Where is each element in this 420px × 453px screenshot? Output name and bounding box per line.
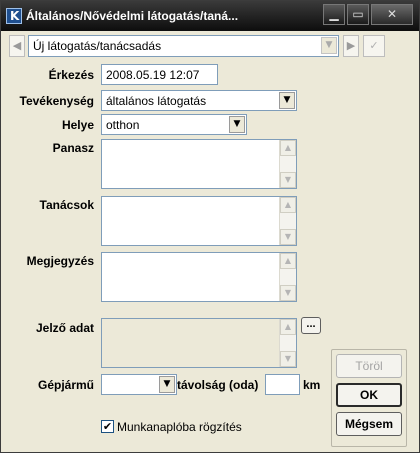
- panasz-scrollbar[interactable]: ▲ ▼: [279, 140, 296, 188]
- delete-button[interactable]: Töröl: [336, 354, 402, 378]
- scroll-up-icon[interactable]: ▲: [280, 319, 296, 335]
- tavolsag-label: távolság (oda): [177, 378, 259, 392]
- panasz-textarea[interactable]: ▲ ▼: [101, 139, 297, 189]
- erkezes-field[interactable]: 2008.05.19 12:07: [101, 64, 218, 85]
- tanacsok-label: Tanácsok: [39, 198, 94, 212]
- scroll-up-icon[interactable]: ▲: [280, 253, 296, 269]
- megjegyzes-scrollbar[interactable]: ▲ ▼: [279, 253, 296, 301]
- munkanaplo-label[interactable]: Munkanaplóba rögzítés: [117, 420, 242, 434]
- helye-label: Helye: [61, 118, 94, 132]
- tevekenyseg-select[interactable]: általános látogatás ▼: [101, 90, 297, 111]
- tevekenyseg-value: általános látogatás: [106, 94, 207, 108]
- ok-button[interactable]: OK: [336, 383, 402, 407]
- app-icon: [6, 8, 22, 24]
- record-combo[interactable]: Új látogatás/tanácsadás ▼: [28, 35, 339, 57]
- scroll-up-icon[interactable]: ▲: [280, 197, 296, 213]
- jelzo-adat-textarea: ▲ ▼: [101, 318, 297, 368]
- gepjarmu-label: Gépjármű: [37, 378, 94, 392]
- km-unit-label: km: [303, 378, 321, 392]
- tanacsok-textarea[interactable]: ▲ ▼: [101, 196, 297, 246]
- gepjarmu-select[interactable]: ▼: [101, 374, 177, 395]
- next-record-icon[interactable]: ▶: [343, 35, 359, 57]
- title-bar[interactable]: Általános/Nővédelmi látogatás/taná... ▁ …: [1, 1, 419, 31]
- window-title: Általános/Nővédelmi látogatás/taná...: [26, 9, 239, 23]
- chevron-down-icon[interactable]: ▼: [279, 92, 295, 109]
- minimize-button[interactable]: ▁: [323, 4, 345, 25]
- megjegyzes-textarea[interactable]: ▲ ▼: [101, 252, 297, 302]
- dialog-window: Általános/Nővédelmi látogatás/taná... ▁ …: [0, 0, 420, 453]
- dialog-body: ◀ Új látogatás/tanácsadás ▼ ▶ ✓ Érkezés …: [5, 31, 415, 449]
- helye-value: otthon: [106, 118, 140, 132]
- jelzo-adat-browse-button[interactable]: ...: [301, 317, 321, 334]
- panasz-label: Panasz: [52, 141, 94, 155]
- tavolsag-field[interactable]: [265, 374, 300, 395]
- checkmark-icon: ✔: [102, 420, 113, 433]
- tevekenyseg-label: Tevékenység: [19, 94, 95, 108]
- jelzo-adat-scrollbar[interactable]: ▲ ▼: [279, 319, 296, 367]
- scroll-down-icon[interactable]: ▼: [280, 229, 296, 245]
- record-combo-value: Új látogatás/tanácsadás: [33, 39, 162, 53]
- jelzo-adat-label: Jelző adat: [35, 321, 94, 335]
- chevron-down-icon[interactable]: ▼: [321, 37, 337, 54]
- erkezes-label: Érkezés: [48, 68, 94, 82]
- munkanaplo-checkbox[interactable]: ✔: [101, 420, 114, 433]
- helye-select[interactable]: otthon ▼: [101, 114, 247, 135]
- maximize-button[interactable]: ▭: [347, 4, 369, 25]
- tanacsok-scrollbar[interactable]: ▲ ▼: [279, 197, 296, 245]
- chevron-down-icon[interactable]: ▼: [159, 376, 175, 393]
- cancel-button[interactable]: Mégsem: [336, 412, 402, 436]
- scroll-up-icon[interactable]: ▲: [280, 140, 296, 156]
- scroll-down-icon[interactable]: ▼: [280, 351, 296, 367]
- scroll-down-icon[interactable]: ▼: [280, 285, 296, 301]
- megjegyzes-label: Megjegyzés: [26, 254, 94, 268]
- scroll-down-icon[interactable]: ▼: [280, 172, 296, 188]
- close-button[interactable]: ✕: [371, 4, 413, 25]
- erkezes-value: 2008.05.19 12:07: [106, 68, 200, 82]
- confirm-check-icon[interactable]: ✓: [363, 35, 385, 57]
- prev-record-icon[interactable]: ◀: [9, 35, 25, 57]
- chevron-down-icon[interactable]: ▼: [229, 116, 245, 133]
